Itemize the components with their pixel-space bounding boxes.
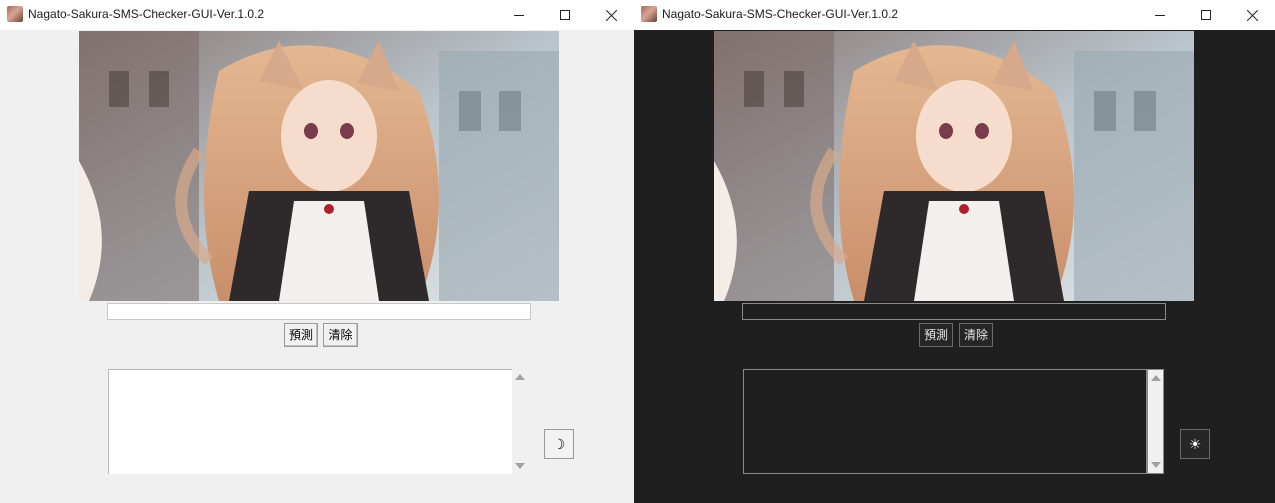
- hero-illustration: [79, 31, 559, 301]
- result-textarea[interactable]: [743, 369, 1147, 474]
- predict-button[interactable]: 預測: [284, 323, 318, 347]
- title-bar[interactable]: Nagato-Sakura-SMS-Checker-GUI-Ver.1.0.2: [634, 0, 1275, 30]
- app-window-light: Nagato-Sakura-SMS-Checker-GUI-Ver.1.0.2: [0, 0, 634, 503]
- scroll-down-arrow-icon[interactable]: [1151, 462, 1161, 468]
- maximize-button[interactable]: [542, 0, 588, 30]
- window-title: Nagato-Sakura-SMS-Checker-GUI-Ver.1.0.2: [662, 7, 899, 21]
- result-scrollbar[interactable]: [1147, 369, 1164, 474]
- close-icon: [605, 9, 617, 21]
- maximize-button[interactable]: [1183, 0, 1229, 30]
- theme-toggle-button[interactable]: ☽: [544, 429, 574, 459]
- app-icon: [641, 6, 657, 22]
- scroll-down-arrow-icon[interactable]: [515, 463, 525, 469]
- close-button[interactable]: [588, 0, 634, 30]
- app-icon: [7, 6, 23, 22]
- sms-input[interactable]: [742, 303, 1166, 320]
- sms-input[interactable]: [107, 303, 531, 320]
- hero-illustration: [714, 31, 1194, 301]
- moon-icon: ☽: [552, 436, 566, 452]
- predict-button[interactable]: 預測: [919, 323, 953, 347]
- maximize-icon: [1201, 10, 1211, 20]
- close-icon: [1246, 9, 1258, 21]
- result-scrollbar[interactable]: [512, 369, 529, 474]
- minimize-icon: [514, 15, 524, 16]
- minimize-icon: [1155, 15, 1165, 16]
- maximize-icon: [560, 10, 570, 20]
- sun-icon: ☀: [1188, 436, 1202, 452]
- window-title: Nagato-Sakura-SMS-Checker-GUI-Ver.1.0.2: [28, 7, 265, 21]
- theme-toggle-button[interactable]: ☀: [1180, 429, 1210, 459]
- minimize-button[interactable]: [1137, 0, 1183, 30]
- minimize-button[interactable]: [496, 0, 542, 30]
- clear-button[interactable]: 清除: [959, 323, 993, 347]
- title-bar[interactable]: Nagato-Sakura-SMS-Checker-GUI-Ver.1.0.2: [0, 0, 634, 30]
- app-window-dark: Nagato-Sakura-SMS-Checker-GUI-Ver.1.0.2: [634, 0, 1275, 503]
- clear-button[interactable]: 清除: [323, 323, 358, 347]
- scroll-up-arrow-icon[interactable]: [1151, 375, 1161, 381]
- scroll-up-arrow-icon[interactable]: [515, 374, 525, 380]
- close-button[interactable]: [1229, 0, 1275, 30]
- result-textarea[interactable]: [108, 369, 512, 474]
